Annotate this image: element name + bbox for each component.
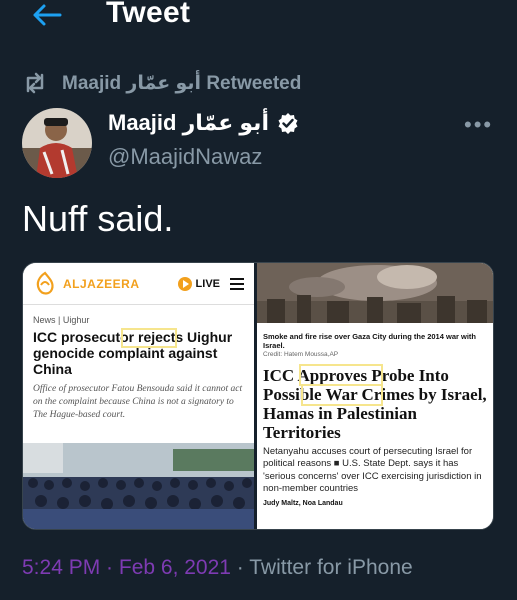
media-image-haaretz[interactable]: Smoke and fire rise over Gaza City durin…	[257, 263, 493, 529]
highlight-box	[301, 384, 383, 406]
retweet-icon	[26, 72, 44, 94]
article-byline: Judy Maltz, Noa Landau	[263, 499, 343, 507]
retweet-context[interactable]: Maajid أبو عمّار Retweeted	[22, 70, 301, 96]
article-subtitle: Office of prosecutor Fatou Bensouda said…	[33, 384, 243, 420]
article-category: News | Uighur	[33, 315, 90, 325]
author-name: Maajid أبو عمّار	[108, 110, 269, 135]
tweet-media[interactable]: ALJAZEERA LIVE News | Uighur ICC prosecu…	[22, 262, 494, 530]
author-handle[interactable]: @MaajidNawaz	[108, 144, 262, 170]
avatar[interactable]	[22, 108, 92, 178]
photo-credit: Credit: Hatem Moussa,AP	[263, 351, 339, 358]
media-image-aljazeera[interactable]: ALJAZEERA LIVE News | Uighur ICC prosecu…	[23, 263, 257, 529]
photo-caption: Smoke and fire rise over Gaza City durin…	[263, 332, 476, 350]
aljazeera-logo-icon	[36, 271, 54, 295]
aljazeera-header: ALJAZEERA LIVE	[23, 263, 254, 305]
article-headline: ICC Approves Probe Into Possible War Cri…	[257, 358, 493, 442]
highlight-box	[299, 364, 383, 386]
menu-icon	[230, 277, 244, 290]
aljazeera-brand: ALJAZEERA	[63, 276, 140, 291]
live-button: LIVE	[177, 276, 220, 291]
avatar-photo	[22, 108, 92, 178]
page-title: Tweet	[106, 0, 191, 29]
author-name-row[interactable]: Maajid أبو عمّار	[108, 110, 299, 136]
header-bar: Tweet	[0, 0, 517, 30]
tweet-timestamp[interactable]: 5:24 PM · Feb 6, 2021	[22, 556, 231, 579]
highlight-box	[121, 328, 177, 348]
tweet-meta: 5:24 PM · Feb 6, 2021 · Twitter for iPho…	[22, 556, 413, 580]
play-icon	[177, 276, 192, 291]
live-label: LIVE	[195, 277, 220, 290]
retweet-label: Maajid أبو عمّار Retweeted	[62, 72, 302, 94]
tweet-text: Nuff said.	[22, 198, 174, 239]
gaza-smoke-photo	[257, 263, 493, 323]
tweet-source[interactable]: Twitter for iPhone	[249, 556, 412, 579]
article-headline: ICC prosecutor rejects Uighur genocide c…	[23, 325, 254, 377]
article-summary: Netanyahu accuses court of persecuting I…	[263, 446, 482, 495]
crowd-photo	[23, 443, 254, 529]
back-arrow-icon[interactable]	[30, 2, 64, 28]
meta-separator: ·	[230, 556, 250, 579]
verified-badge-icon	[278, 113, 298, 134]
more-options-icon[interactable]: •••	[464, 112, 493, 138]
